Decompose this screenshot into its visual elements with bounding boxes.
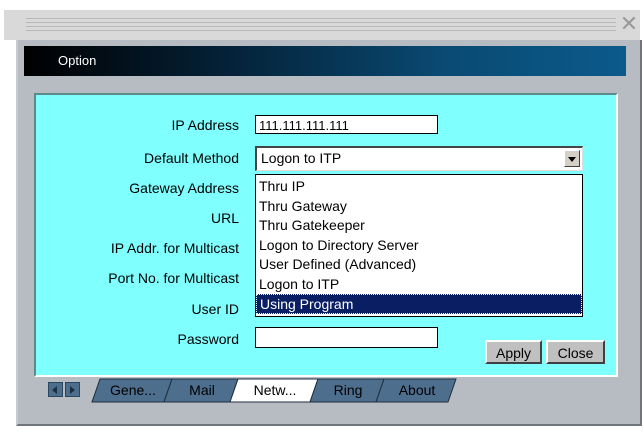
ip-address-input[interactable]: 111.111.111.111 [255, 115, 438, 134]
close-button[interactable]: Close [546, 340, 605, 364]
ip-address-label: IP Address [171, 117, 239, 133]
tab-network[interactable]: Netw... [236, 378, 314, 402]
default-method-value: Logon to ITP [261, 150, 342, 166]
port-multicast-label: Port No. for Multicast [108, 270, 239, 286]
password-label: Password [177, 331, 239, 347]
tab-ring[interactable]: Ring [316, 378, 380, 402]
chevron-down-icon[interactable] [564, 150, 580, 167]
tab-general[interactable]: Gene... [98, 378, 168, 402]
apply-button[interactable]: Apply [485, 340, 542, 364]
default-method-label: Default Method [144, 150, 239, 166]
gateway-address-label: Gateway Address [129, 180, 239, 196]
default-method-dropdown: Thru IP Thru Gateway Thru Gatekeeper Log… [255, 174, 583, 317]
dropdown-option[interactable]: Thru Gatekeeper [256, 216, 582, 236]
password-input[interactable] [255, 327, 438, 348]
dropdown-option[interactable]: Logon to Directory Server [256, 236, 582, 256]
dropdown-option-highlighted[interactable]: Using Program [256, 294, 582, 314]
tab-scroll-right-icon[interactable] [65, 382, 80, 397]
dropdown-option[interactable]: Thru IP [256, 177, 582, 197]
ip-multicast-label: IP Addr. for Multicast [110, 240, 239, 256]
dropdown-option[interactable]: User Defined (Advanced) [256, 255, 582, 275]
url-label: URL [210, 210, 239, 226]
tab-mail[interactable]: Mail [170, 378, 234, 402]
close-icon[interactable]: ✕ [618, 12, 640, 36]
user-id-label: User ID [191, 301, 239, 317]
dropdown-option[interactable]: Logon to ITP [256, 275, 582, 295]
default-method-select[interactable]: Logon to ITP [255, 146, 583, 171]
tab-about[interactable]: About [382, 378, 452, 402]
tab-scroll-left-icon[interactable] [48, 382, 63, 397]
dropdown-option[interactable]: Thru Gateway [256, 197, 582, 217]
window-titlebar[interactable]: ✕ [4, 10, 640, 40]
dialog-header: Option [24, 46, 626, 76]
dialog-title: Option [58, 53, 97, 68]
titlebar-grip [26, 18, 616, 32]
